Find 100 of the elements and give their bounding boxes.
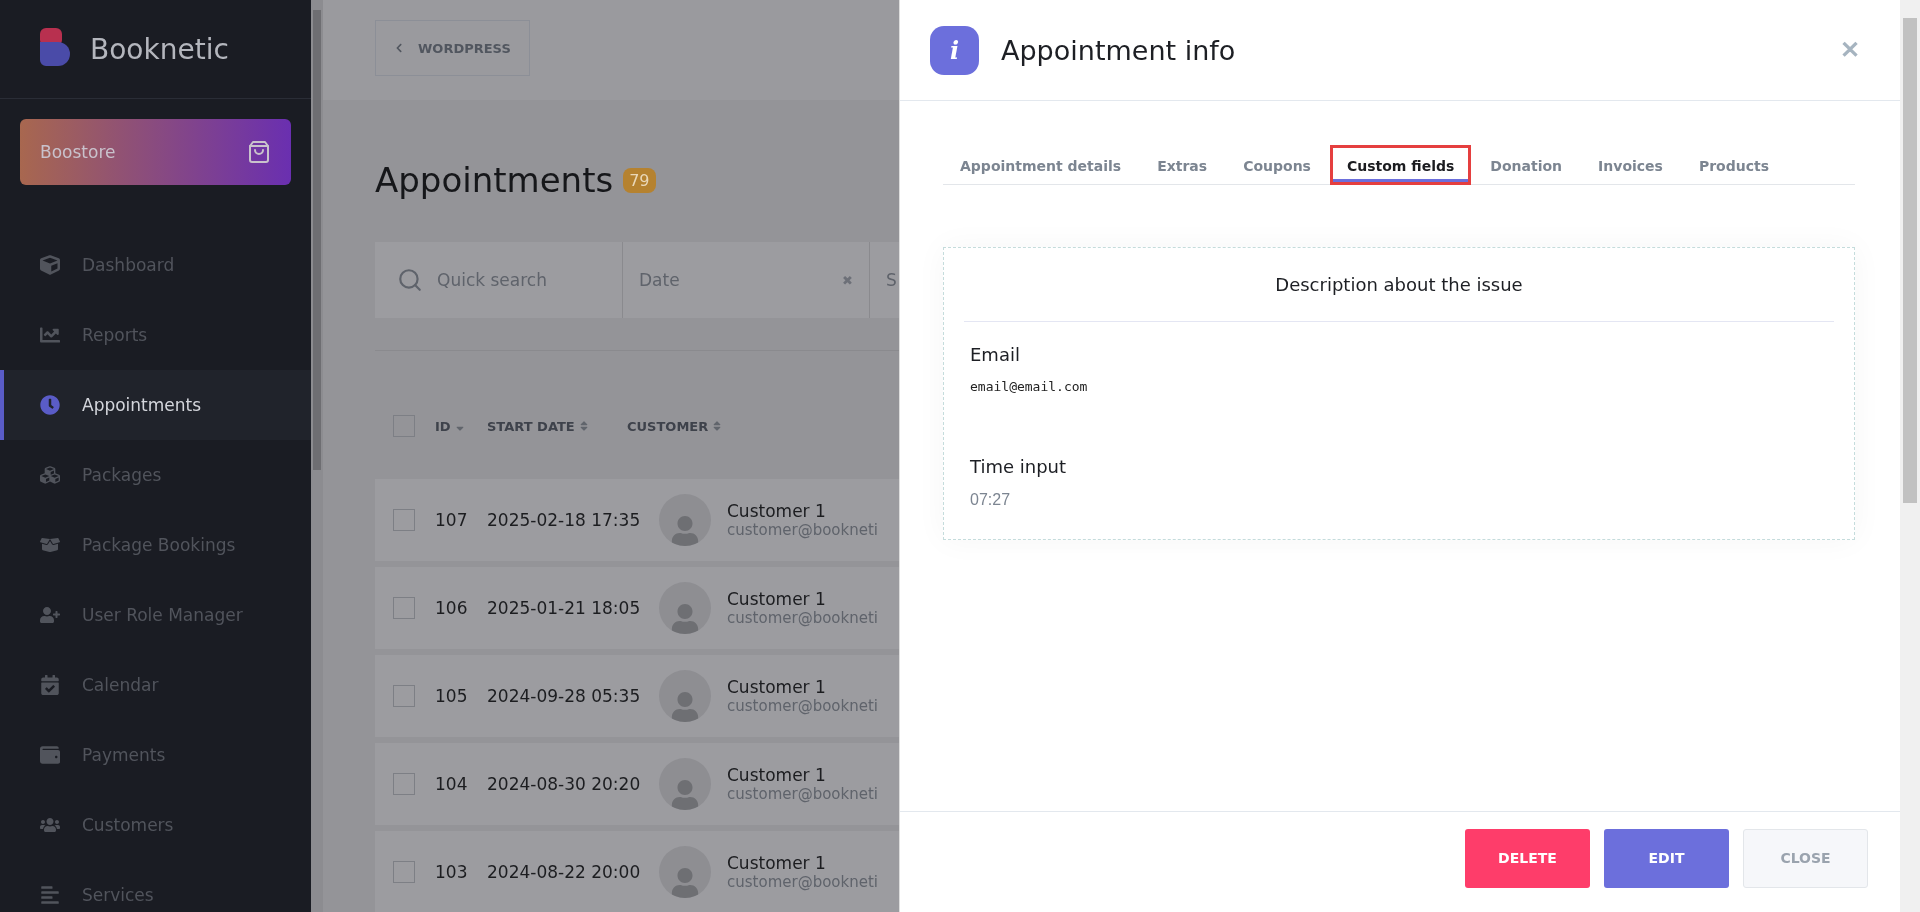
section-title: Description about the issue bbox=[964, 248, 1834, 322]
search-icon bbox=[397, 267, 423, 293]
customer-email: customer@bookneti bbox=[727, 697, 878, 715]
sidebar-item[interactable]: Customers bbox=[0, 790, 311, 860]
field-label: Time input bbox=[970, 456, 1068, 477]
sidebar-item[interactable]: Reports bbox=[0, 300, 311, 370]
sidebar-label: Appointments bbox=[82, 395, 202, 415]
row-checkbox[interactable] bbox=[393, 685, 415, 707]
column-header[interactable]: START DATE bbox=[487, 418, 627, 434]
tab[interactable]: Invoices bbox=[1581, 145, 1680, 185]
user-icon bbox=[671, 692, 699, 722]
row-checkbox[interactable] bbox=[393, 773, 415, 795]
id-cell-text: 105 bbox=[435, 686, 469, 706]
menu-icon bbox=[40, 745, 60, 765]
sidebar-label: Payments bbox=[82, 745, 166, 765]
row-checkbox[interactable] bbox=[393, 597, 415, 619]
customer-email: customer@bookneti bbox=[727, 609, 878, 627]
sidebar-item[interactable]: Packages bbox=[0, 440, 311, 510]
date-cell-text: 2024-08-30 20:20 bbox=[487, 774, 642, 794]
sidebar-label: Services bbox=[82, 885, 154, 905]
id-cell-text: 106 bbox=[435, 598, 469, 618]
user-icon bbox=[671, 516, 699, 546]
page-title: Appointments bbox=[375, 160, 614, 200]
menu-icon bbox=[40, 465, 60, 485]
sort-icon[interactable] bbox=[712, 420, 723, 432]
customer-email: customer@bookneti bbox=[727, 873, 878, 891]
filter-field[interactable]: S bbox=[886, 270, 897, 290]
date-placeholder: Date bbox=[639, 270, 680, 290]
panel-title: Appointment info bbox=[1001, 34, 1237, 66]
menu-icon bbox=[40, 885, 60, 905]
user-icon bbox=[671, 604, 699, 634]
id-cell-text: 104 bbox=[435, 774, 469, 794]
sidebar-label: Packages bbox=[82, 465, 162, 485]
table-row[interactable]: 104 2024-08-30 20:20 Customer 1 customer@bookneti bbox=[375, 743, 899, 825]
search-field[interactable]: Quick search bbox=[375, 242, 623, 318]
scrollbar[interactable] bbox=[311, 0, 323, 912]
tab[interactable]: Custom fields bbox=[1329, 145, 1472, 185]
id-cell-text: 103 bbox=[435, 862, 469, 882]
menu-icon bbox=[40, 605, 60, 625]
scrollbar[interactable] bbox=[1900, 0, 1920, 912]
clear-icon[interactable]: ✖ bbox=[842, 272, 853, 288]
sidebar-item[interactable]: Services bbox=[0, 860, 311, 912]
date-cell-text: 2024-08-22 20:00 bbox=[487, 862, 642, 882]
id-cell-text: 107 bbox=[435, 510, 469, 530]
row-checkbox[interactable] bbox=[393, 861, 415, 883]
sidebar-label: Dashboard bbox=[82, 255, 175, 275]
date-field[interactable]: Date ✖ bbox=[623, 242, 870, 318]
customer-name: Customer 1 bbox=[727, 853, 827, 873]
tab[interactable]: Donation bbox=[1473, 145, 1580, 185]
customer-name: Customer 1 bbox=[727, 765, 827, 785]
customer-email: customer@bookneti bbox=[727, 785, 878, 803]
sidebar-item[interactable]: Payments bbox=[0, 720, 311, 790]
customer-name: Customer 1 bbox=[727, 677, 827, 697]
sidebar-label: Customers bbox=[82, 815, 174, 835]
tab[interactable]: Products bbox=[1681, 145, 1787, 185]
menu-icon bbox=[40, 675, 60, 695]
sidebar-label: User Role Manager bbox=[82, 605, 243, 625]
primary-button[interactable]: EDIT bbox=[1604, 828, 1729, 888]
tab[interactable]: Coupons bbox=[1226, 145, 1328, 185]
brand-name: Booknetic bbox=[90, 32, 229, 66]
sort-icon[interactable] bbox=[578, 420, 589, 432]
sidebar-item[interactable]: Appointments bbox=[0, 370, 311, 440]
sidebar-item[interactable]: User Role Manager bbox=[0, 580, 311, 650]
count-badge: 79 bbox=[623, 167, 656, 193]
date-cell-text: 2025-01-21 18:05 bbox=[487, 598, 642, 618]
user-icon bbox=[671, 868, 699, 898]
user-icon bbox=[671, 780, 699, 810]
tab[interactable]: Appointment details bbox=[943, 145, 1139, 185]
menu-icon bbox=[40, 255, 60, 275]
sidebar-label: Reports bbox=[82, 325, 148, 345]
column-header[interactable]: CUSTOMER bbox=[627, 418, 787, 434]
row-checkbox[interactable] bbox=[393, 509, 415, 531]
menu-icon bbox=[40, 815, 60, 835]
table-row[interactable]: 105 2024-09-28 05:35 Customer 1 customer@bookneti bbox=[375, 655, 899, 737]
date-cell-text: 2024-09-28 05:35 bbox=[487, 686, 642, 706]
field-label: Email bbox=[970, 344, 1021, 365]
danger-button[interactable]: DELETE bbox=[1465, 828, 1590, 888]
field-value: email@email.com bbox=[970, 379, 1089, 394]
info-icon: i bbox=[930, 25, 979, 75]
column-header[interactable]: ID bbox=[435, 418, 487, 434]
store-button[interactable]: Boostore bbox=[20, 119, 291, 185]
customer-name: Customer 1 bbox=[727, 589, 827, 609]
sidebar-label: Calendar bbox=[82, 675, 159, 695]
sidebar-item[interactable]: Package Bookings bbox=[0, 510, 311, 580]
sidebar-label: Package Bookings bbox=[82, 535, 236, 555]
back-button[interactable]: WORDPRESS bbox=[375, 20, 530, 76]
table-row[interactable]: 106 2025-01-21 18:05 Customer 1 customer@bookneti bbox=[375, 567, 899, 649]
tab[interactable]: Extras bbox=[1140, 145, 1225, 185]
menu-icon bbox=[40, 325, 60, 345]
menu-icon bbox=[40, 395, 60, 415]
sidebar-item[interactable]: Dashboard bbox=[0, 230, 311, 300]
field-value: 07:27 bbox=[970, 491, 1012, 509]
secondary-button[interactable]: CLOSE bbox=[1743, 828, 1868, 888]
menu-icon bbox=[40, 535, 60, 555]
table-row[interactable]: 103 2024-08-22 20:00 Customer 1 customer@bookneti bbox=[375, 831, 899, 912]
date-cell-text: 2025-02-18 17:35 bbox=[487, 510, 642, 530]
customer-email: customer@bookneti bbox=[727, 521, 878, 539]
chevron-left-icon bbox=[394, 43, 404, 53]
sidebar-item[interactable]: Calendar bbox=[0, 650, 311, 720]
table-row[interactable]: 107 2025-02-18 17:35 Customer 1 customer@bookneti bbox=[375, 479, 899, 561]
